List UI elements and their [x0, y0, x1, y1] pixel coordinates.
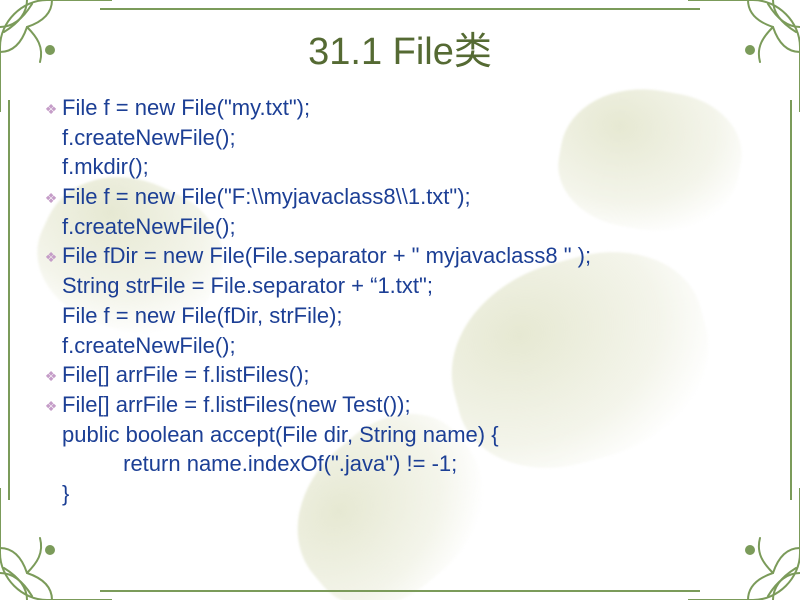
continuation-line: return name.indexOf(".java") != -1;	[40, 449, 760, 479]
continuation-line: f.createNewFile();	[40, 331, 760, 361]
bullet-item: ❖File f = new File("F:\\myjavaclass8\\1.…	[40, 182, 760, 212]
bullet-icon: ❖	[40, 390, 62, 416]
code-line: f.createNewFile();	[62, 123, 760, 153]
code-line: File f = new File(fDir, strFile);	[62, 301, 760, 331]
bullet-icon: ❖	[40, 182, 62, 208]
continuation-line: f.createNewFile();	[40, 212, 760, 242]
continuation-line: public boolean accept(File dir, String n…	[40, 420, 760, 450]
slide-body: 31.1 File类 ❖File f = new File("my.txt");…	[0, 0, 800, 600]
bullet-item: ❖File[] arrFile = f.listFiles();	[40, 360, 760, 390]
code-line: return name.indexOf(".java") != -1;	[62, 449, 760, 479]
bullet-item: ❖File f = new File("my.txt");	[40, 93, 760, 123]
continuation-line: File f = new File(fDir, strFile);	[40, 301, 760, 331]
bullet-icon: ❖	[40, 93, 62, 119]
code-line: f.createNewFile();	[62, 331, 760, 361]
bullet-icon: ❖	[40, 360, 62, 386]
continuation-line: }	[40, 479, 760, 509]
code-line: f.createNewFile();	[62, 212, 760, 242]
code-line: File f = new File("F:\\myjavaclass8\\1.t…	[62, 182, 760, 212]
code-line: File[] arrFile = f.listFiles(new Test())…	[62, 390, 760, 420]
continuation-line: f.mkdir();	[40, 152, 760, 182]
code-line: public boolean accept(File dir, String n…	[62, 420, 760, 450]
code-line: }	[62, 479, 760, 509]
code-line: File[] arrFile = f.listFiles();	[62, 360, 760, 390]
code-line: File fDir = new File(File.separator + " …	[62, 241, 760, 271]
content-area: ❖File f = new File("my.txt");f.createNew…	[40, 93, 760, 509]
continuation-line: String strFile = File.separator + “1.txt…	[40, 271, 760, 301]
code-line: File f = new File("my.txt");	[62, 93, 760, 123]
bullet-icon: ❖	[40, 241, 62, 267]
slide-title: 31.1 File类	[40, 20, 760, 75]
code-line: f.mkdir();	[62, 152, 760, 182]
bullet-item: ❖File fDir = new File(File.separator + "…	[40, 241, 760, 271]
continuation-line: f.createNewFile();	[40, 123, 760, 153]
bullet-item: ❖File[] arrFile = f.listFiles(new Test()…	[40, 390, 760, 420]
code-line: String strFile = File.separator + “1.txt…	[62, 271, 760, 301]
